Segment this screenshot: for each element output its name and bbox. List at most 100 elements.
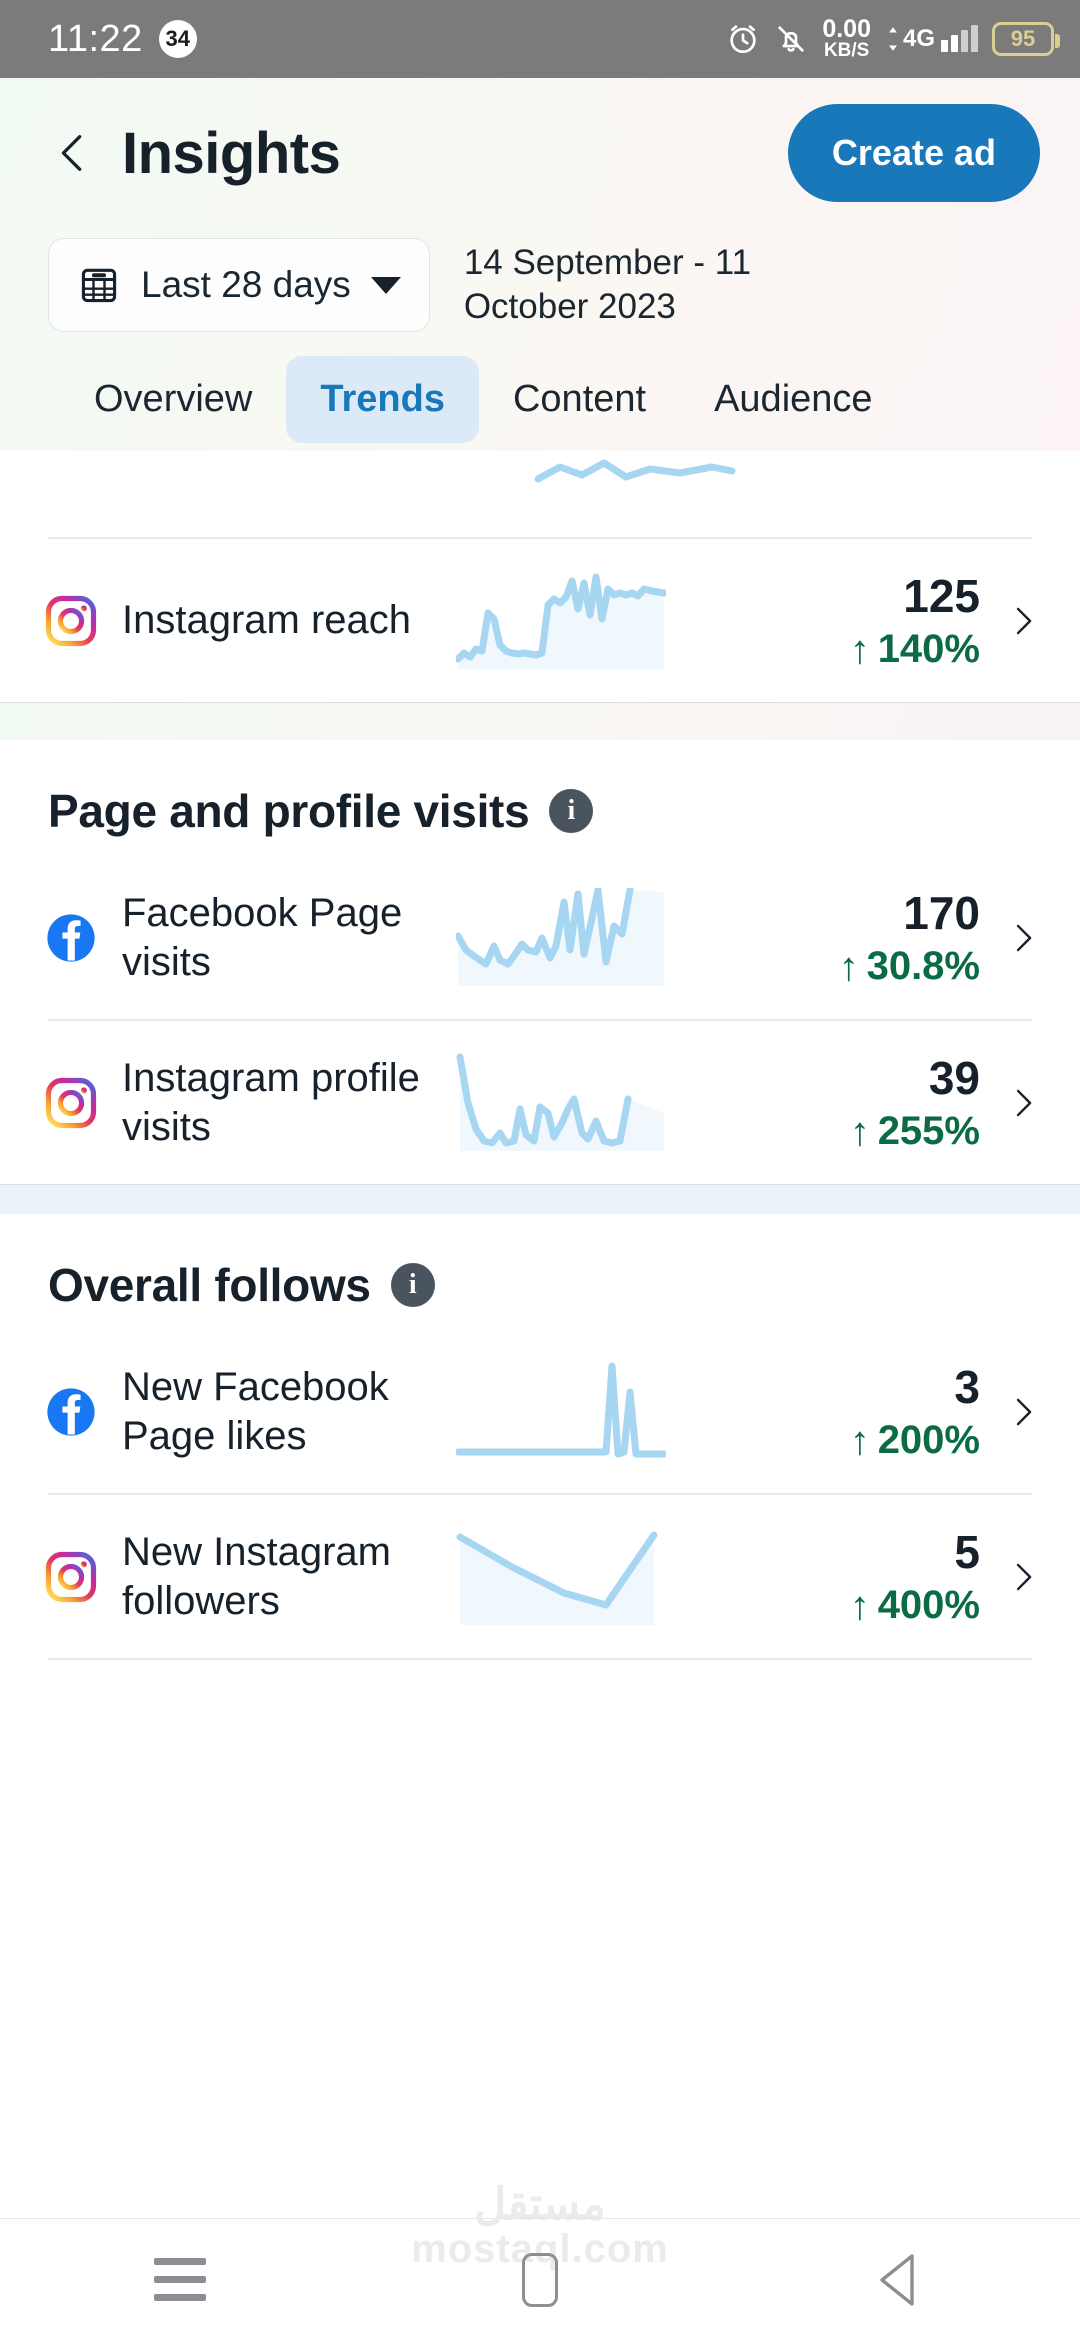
row-divider	[48, 1658, 1032, 1660]
tab-audience[interactable]: Audience	[680, 356, 906, 443]
chevron-down-icon	[370, 276, 401, 294]
arrow-up-icon: ↑	[849, 1418, 870, 1463]
tab-content[interactable]: Content	[479, 356, 680, 443]
chevron-right-icon[interactable]	[1006, 1395, 1040, 1429]
sparkline-chart	[456, 887, 664, 986]
create-ad-button[interactable]: Create ad	[787, 104, 1040, 202]
metric-value: 170	[903, 887, 980, 939]
metric-row-facebook-page-visits[interactable]: Facebook Page visits 170 ↑ 30.8%	[0, 856, 1080, 1019]
section-title: Page and profile visits	[48, 785, 530, 837]
status-bar-left: 11:22 34	[48, 18, 197, 61]
chevron-right-icon[interactable]	[1006, 604, 1040, 638]
facebook-icon	[47, 913, 95, 962]
back-triangle-icon[interactable]	[815, 2219, 985, 2340]
metric-label: New Instagram followers	[122, 1529, 391, 1623]
section-header-overall-follows: Overall follows i	[0, 1214, 1080, 1330]
metric-delta-value: 30.8%	[866, 944, 980, 988]
arrow-up-icon: ↑	[849, 627, 870, 672]
metric-delta-value: 200%	[877, 1418, 980, 1462]
network-type-indicator: 4G	[885, 24, 978, 53]
metric-label: Instagram reach	[122, 598, 412, 643]
instagram-icon	[45, 595, 97, 646]
metric-delta: ↑ 200%	[850, 1418, 980, 1463]
page-title: Insights	[122, 120, 341, 186]
metric-delta: ↑ 140%	[850, 627, 980, 672]
date-range-selector[interactable]: Last 28 days	[48, 238, 430, 332]
metric-value: 3	[954, 1361, 980, 1413]
info-icon[interactable]: i	[549, 789, 594, 833]
date-preset-label: Last 28 days	[141, 264, 351, 305]
data-transfer-icon	[889, 27, 897, 51]
facebook-icon	[47, 1387, 95, 1436]
partially-hidden-metric-row[interactable]: 42.9%	[0, 451, 1080, 537]
metric-delta: ↑ 255%	[850, 1109, 980, 1154]
sparkline-chart	[456, 1531, 658, 1625]
battery-level-label: 95	[1010, 25, 1036, 51]
metric-row-instagram-reach[interactable]: Instagram reach 125 ↑ 140%	[0, 539, 1080, 702]
bell-muted-icon	[778, 26, 804, 52]
network-speed-value: 0.00	[822, 15, 871, 44]
insights-tabs: Overview Trends Content Audience	[0, 350, 1080, 443]
recents-menu-icon[interactable]	[95, 2219, 265, 2340]
metric-values: 39 ↑ 255%	[850, 1051, 980, 1154]
network-type-label: 4G	[902, 24, 935, 52]
chevron-right-icon[interactable]	[1006, 1086, 1040, 1120]
arrow-up-icon: ↑	[838, 944, 859, 989]
metric-value: 39	[928, 1052, 980, 1104]
chevron-right-icon[interactable]	[1006, 1560, 1040, 1594]
metric-delta-value: 400%	[877, 1583, 980, 1627]
tab-overview[interactable]: Overview	[60, 356, 286, 443]
alarm-clock-icon	[730, 25, 756, 54]
calendar-icon	[81, 268, 117, 303]
section-separator-band	[0, 1184, 1080, 1214]
metric-label: Facebook Page visits	[122, 890, 403, 984]
filter-row: Last 28 days 14 September - 11 October 2…	[0, 228, 1080, 350]
sparkline-chart	[456, 1053, 664, 1151]
instagram-icon	[45, 1551, 97, 1602]
metric-values: 5 ↑ 400%	[850, 1525, 980, 1628]
section-separator-band	[0, 702, 1080, 740]
metric-delta-value: 255%	[877, 1109, 980, 1153]
status-bar: 11:22 34 0.00 KB/S 4G 95	[0, 0, 1080, 78]
sparkline-chart	[534, 459, 736, 483]
metric-value: 5	[954, 1526, 980, 1578]
battery-indicator: 95	[992, 21, 1060, 56]
arrow-up-icon: ↑	[849, 1109, 870, 1154]
section-header-page-and-profile-visits: Page and profile visits i	[0, 740, 1080, 856]
metric-row-new-instagram-followers[interactable]: New Instagram followers 5 ↑ 400%	[0, 1495, 1080, 1658]
metric-values: 125 ↑ 140%	[850, 569, 980, 672]
title-bar: Insights Create ad	[0, 78, 1080, 228]
metrics-scroll-area[interactable]: 42.9% Instagram reach	[0, 451, 1080, 1660]
partially-hidden-delta: 42.9%	[790, 451, 915, 459]
metric-delta: ↑ 30.8%	[839, 944, 980, 989]
instagram-icon	[45, 1077, 97, 1128]
sparkline-chart	[456, 1362, 666, 1457]
network-speed-indicator: 0.00 KB/S	[822, 15, 871, 61]
metric-label: New Facebook Page likes	[122, 1364, 389, 1458]
info-icon[interactable]: i	[390, 1263, 435, 1307]
tab-trends[interactable]: Trends	[286, 356, 479, 443]
metric-row-new-facebook-page-likes[interactable]: New Facebook Page likes 3 ↑ 200%	[0, 1330, 1080, 1493]
status-bar-clock: 11:22	[48, 17, 143, 60]
section-title: Overall follows	[48, 1259, 371, 1311]
signal-bars-icon	[941, 24, 978, 52]
phone-screen: 11:22 34 0.00 KB/S 4G 95 Insights Create…	[0, 0, 1080, 2340]
metric-value: 125	[903, 570, 980, 622]
metric-delta-value: 140%	[877, 627, 980, 671]
android-navigation-bar	[0, 2218, 1080, 2340]
date-range-label: 14 September - 11 October 2023	[463, 243, 752, 326]
metric-label: Instagram profile visits	[122, 1055, 420, 1149]
metric-row-instagram-profile-visits[interactable]: Instagram profile visits 39 ↑ 255%	[0, 1021, 1080, 1184]
arrow-up-icon: ↑	[849, 1583, 870, 1628]
network-speed-unit: KB/S	[823, 39, 870, 61]
back-chevron-icon[interactable]	[50, 130, 96, 176]
metric-values: 170 ↑ 30.8%	[839, 886, 980, 989]
sparkline-chart	[456, 573, 666, 669]
status-bar-right: 0.00 KB/S 4G 95	[726, 15, 1060, 61]
metric-values: 3 ↑ 200%	[850, 1360, 980, 1463]
chevron-right-icon[interactable]	[1006, 921, 1040, 955]
notification-count-badge: 34	[158, 20, 197, 58]
home-icon[interactable]	[455, 2219, 625, 2340]
metric-delta: ↑ 400%	[850, 1583, 980, 1628]
app-header: Insights Create ad Last 28 days 14 Septe…	[0, 78, 1080, 451]
